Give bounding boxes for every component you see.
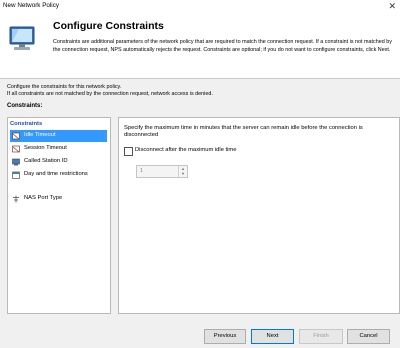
window-title: New Network Policy	[3, 2, 59, 9]
page-description: Constraints are additional parameters of…	[53, 39, 392, 53]
constraint-item-session-timeout[interactable]: Session Timeout	[10, 143, 107, 155]
idle-timeout-icon	[12, 132, 20, 140]
constraint-item-label: Called Station ID	[24, 158, 68, 164]
session-timeout-icon	[12, 145, 20, 153]
constraint-item-called-station-id[interactable]: Called Station ID	[10, 156, 107, 168]
next-button[interactable]: Next	[251, 329, 294, 344]
idle-minutes-spinner[interactable]: 1 ▲ ▼	[136, 165, 188, 178]
wizard-header: Configure Constraints Constraints are ad…	[0, 12, 400, 78]
intro-line-1: Configure the constraints for this netwo…	[7, 84, 122, 90]
called-station-icon	[12, 158, 20, 166]
close-icon[interactable]: ✕	[388, 0, 396, 12]
constraint-item-idle-timeout[interactable]: Idle Timeout	[10, 130, 107, 142]
spinner-value: 1	[140, 168, 144, 174]
constraint-item-day-time[interactable]: Day and time restrictions	[10, 169, 107, 189]
previous-button[interactable]: Previous	[204, 329, 246, 344]
cancel-button[interactable]: Cancel	[347, 329, 390, 344]
disconnect-checkbox-label[interactable]: Disconnect after the maximum idle time	[135, 147, 236, 153]
title-bar: New Network Policy ✕	[0, 0, 400, 12]
spinner-arrows: ▲ ▼	[178, 166, 187, 177]
disconnect-checkbox[interactable]	[124, 147, 133, 156]
constraint-item-label: NAS Port Type	[24, 195, 63, 201]
finish-button[interactable]: Finish	[299, 329, 343, 344]
constraint-details-panel: Specify the maximum time in minutes that…	[118, 117, 400, 314]
constraint-item-nas-port-type[interactable]: NAS Port Type	[10, 193, 107, 205]
intro-text: Configure the constraints for this netwo…	[7, 84, 213, 97]
calendar-icon	[12, 171, 20, 179]
constraint-item-label: Session Timeout	[24, 145, 67, 151]
nas-port-icon	[13, 195, 19, 203]
spinner-down-icon[interactable]: ▼	[180, 171, 186, 176]
idle-timeout-description: Specify the maximum time in minutes that…	[124, 125, 363, 138]
network-policy-icon	[9, 26, 35, 50]
constraints-label: Constraints:	[7, 103, 43, 109]
constraints-list-header: Constraints	[10, 121, 43, 127]
constraints-list: Constraints Idle Timeout Session Timeout…	[7, 117, 111, 314]
intro-line-2: If all constraints are not matched by th…	[7, 90, 213, 97]
constraint-item-label: Day and time restrictions	[24, 171, 88, 177]
page-title: Configure Constraints	[53, 20, 164, 32]
header-divider	[0, 78, 400, 79]
constraint-item-label: Idle Timeout	[24, 132, 56, 138]
